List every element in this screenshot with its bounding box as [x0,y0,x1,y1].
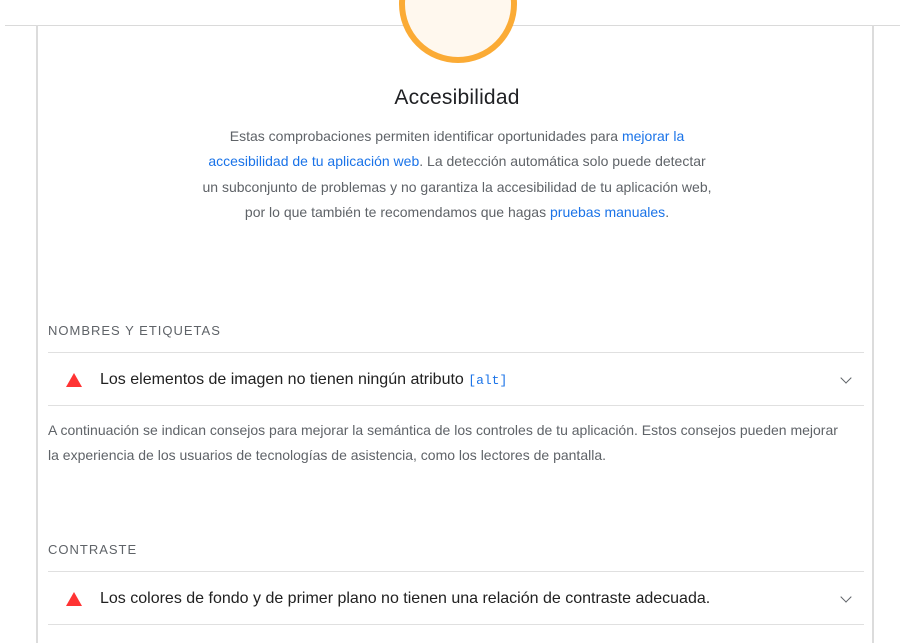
description-text: Estas comprobaciones permiten identifica… [229,128,622,144]
audit-image-alt[interactable]: Los elementos de imagen no tienen ningún… [48,354,864,406]
report-page: Accesibilidad Estas comprobaciones permi… [0,0,900,643]
audit-title-text: Los elementos de imagen no tienen ningún… [100,371,469,388]
description-text: . [665,204,670,221]
divider [48,624,864,625]
group-title-contrast: CONTRASTE [48,542,138,557]
divider [48,352,864,353]
audit-title: Los colores de fondo y de primer plano n… [100,590,711,607]
manual-testing-link[interactable]: pruebas manuales [550,204,665,220]
chevron-down-icon[interactable] [840,591,852,603]
group-description: A continuación se indican consejos para … [48,422,838,463]
chevron-down-icon[interactable] [840,372,852,384]
group-title-names-labels: NOMBRES Y ETIQUETAS [48,323,221,338]
divider [48,571,864,572]
fail-triangle-icon [66,592,82,606]
category-description: Estas comprobaciones permiten identifica… [202,124,712,226]
audit-code: [alt] [468,373,508,388]
fail-triangle-icon [66,373,82,387]
audit-color-contrast[interactable]: Los colores de fondo y de primer plano n… [48,573,864,625]
divider [48,405,864,406]
audit-title: Los elementos de imagen no tienen ningún… [100,371,842,389]
category-title: Accesibilidad [394,86,520,109]
